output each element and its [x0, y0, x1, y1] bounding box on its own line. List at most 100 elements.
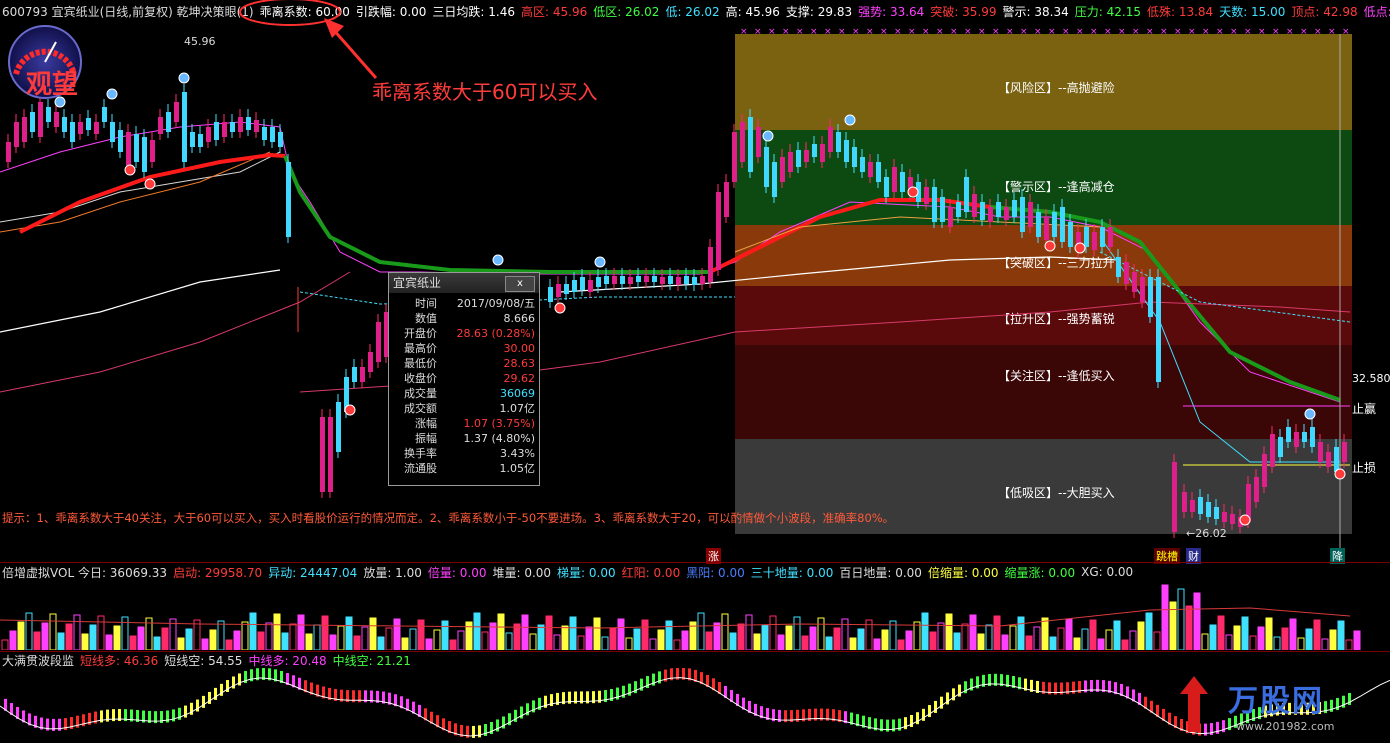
volume-bar — [1337, 620, 1345, 650]
popup-row: 最低价 28.63 — [389, 356, 539, 371]
high-price-label: 45.96 — [184, 35, 216, 48]
x-marker: × — [1174, 27, 1182, 37]
candle-body — [764, 147, 769, 187]
volume-bar — [225, 639, 233, 650]
volume-bar — [1217, 615, 1225, 650]
main-chart[interactable]: 【风险区】--高抛避险 【警示区】--逢高减仓 【突破区】--三力拉升 【拉升区】--… — [0, 22, 1390, 562]
volume-bar — [985, 624, 993, 650]
candle-body — [892, 167, 897, 192]
ma-line — [0, 151, 281, 223]
x-marker: × — [922, 27, 930, 37]
header-item: 支撑: 29.83 — [785, 4, 853, 19]
x-marker: × — [1020, 27, 1028, 37]
popup-row-label: 收盘价 — [404, 372, 437, 385]
popup-row: 成交额 1.07亿 — [389, 401, 539, 416]
volume-bar — [241, 621, 249, 650]
indicator-label: 异动: 24447.04 — [268, 565, 358, 580]
volume-bar — [601, 636, 609, 650]
popup-row-label: 换手率 — [404, 447, 437, 460]
volume-bar — [217, 620, 225, 650]
volume-bar — [873, 638, 881, 650]
volume-bar — [1057, 627, 1065, 650]
blue-ball-icon — [762, 130, 774, 142]
popup-row-label: 最低价 — [404, 357, 437, 370]
x-marker: × — [950, 27, 958, 37]
red-ball-icon — [554, 302, 566, 314]
gauge-label: 观望 — [26, 70, 79, 100]
volume-bar — [41, 622, 49, 650]
volume-bar — [361, 626, 369, 650]
popup-row: 开盘价 28.63 (0.28%) — [389, 326, 539, 341]
popup-row-value: 28.63 — [503, 357, 536, 370]
candle-body — [158, 117, 163, 134]
candle-body — [812, 144, 817, 157]
volume-bar — [345, 616, 353, 650]
candle-body — [328, 417, 333, 492]
candle-body — [1028, 202, 1033, 227]
volume-bar — [1297, 637, 1305, 650]
popup-row-label: 最高价 — [404, 342, 437, 355]
volume-bar — [1193, 592, 1201, 650]
candle-body — [684, 276, 689, 284]
volume-bar — [481, 631, 489, 650]
candle-body — [1254, 477, 1259, 502]
data-popup-window[interactable]: 宜宾纸业 x 时间 2017/09/08/五 数值 8.666 开盘价 28.63 (0.… — [388, 272, 540, 486]
volume-bar — [273, 613, 281, 650]
volume-bar — [553, 634, 561, 650]
popup-row: 涨幅 1.07 (3.75%) — [389, 416, 539, 431]
wave-bar — [496, 719, 499, 732]
red-ball-icon — [344, 404, 356, 416]
volume-bar — [265, 622, 273, 650]
popup-close-button[interactable]: x — [505, 276, 535, 292]
volume-bar — [209, 629, 217, 650]
candle-body — [628, 277, 633, 284]
volume-bar — [529, 633, 537, 650]
candle-body — [740, 122, 745, 162]
volume-bar — [505, 632, 513, 650]
candle-body — [996, 202, 1001, 217]
volume-bar — [521, 614, 529, 650]
candle-body — [1302, 432, 1307, 442]
candle-body — [836, 132, 841, 152]
candle-body — [1172, 462, 1177, 532]
indicator-values: 乖离系数: 60.00 引跌幅: 0.00 三日均跌: 1.46 高区: 45.96 低… — [260, 3, 1390, 20]
candle-body — [1036, 212, 1041, 237]
candle-body — [1132, 272, 1137, 292]
candle-body — [1100, 227, 1105, 247]
x-marker: × — [1314, 27, 1322, 37]
candle-body — [286, 162, 291, 237]
volume-bar — [177, 637, 185, 650]
volume-bar — [25, 612, 33, 650]
stock-title: 600793 宜宾纸业(日线,前复权) 乾坤决策眼(1) — [2, 4, 254, 19]
x-marker: × — [810, 27, 818, 37]
candle-body — [1060, 207, 1065, 242]
candle-body — [1140, 277, 1145, 302]
candle-body — [22, 117, 27, 142]
volume-bar — [657, 629, 665, 650]
candle-body — [14, 122, 19, 147]
candle-body — [884, 177, 889, 197]
x-marker: × — [1202, 27, 1210, 37]
indicator-label: 梯量: 0.00 — [557, 565, 616, 580]
volume-bar — [705, 631, 713, 650]
popup-row-value: 8.666 — [503, 312, 536, 325]
volume-bar — [249, 612, 257, 650]
volume-chart[interactable] — [0, 580, 1390, 650]
candle-body — [860, 157, 865, 172]
indicator-label: 倍缩量: 0.00 — [927, 565, 999, 580]
candle-body — [102, 107, 107, 122]
candle-body — [596, 277, 601, 287]
indicator-label: 缩量涨: 0.00 — [1004, 565, 1076, 580]
popup-row: 换手率 3.43% — [389, 446, 539, 461]
popup-row: 振幅 1.37 (4.80%) — [389, 431, 539, 446]
candle-body — [1278, 437, 1283, 457]
header-item: 强势: 33.64 — [858, 4, 925, 19]
volume-bar — [801, 635, 809, 650]
volume-bar — [921, 612, 929, 650]
popup-title-bar[interactable]: 宜宾纸业 x — [389, 273, 539, 293]
stop-loss-label: 止损 — [1352, 461, 1377, 475]
volume-bar — [785, 625, 793, 650]
candle-body — [964, 177, 969, 212]
volume-bar — [1305, 628, 1313, 650]
popup-row-label: 成交额 — [404, 402, 437, 415]
